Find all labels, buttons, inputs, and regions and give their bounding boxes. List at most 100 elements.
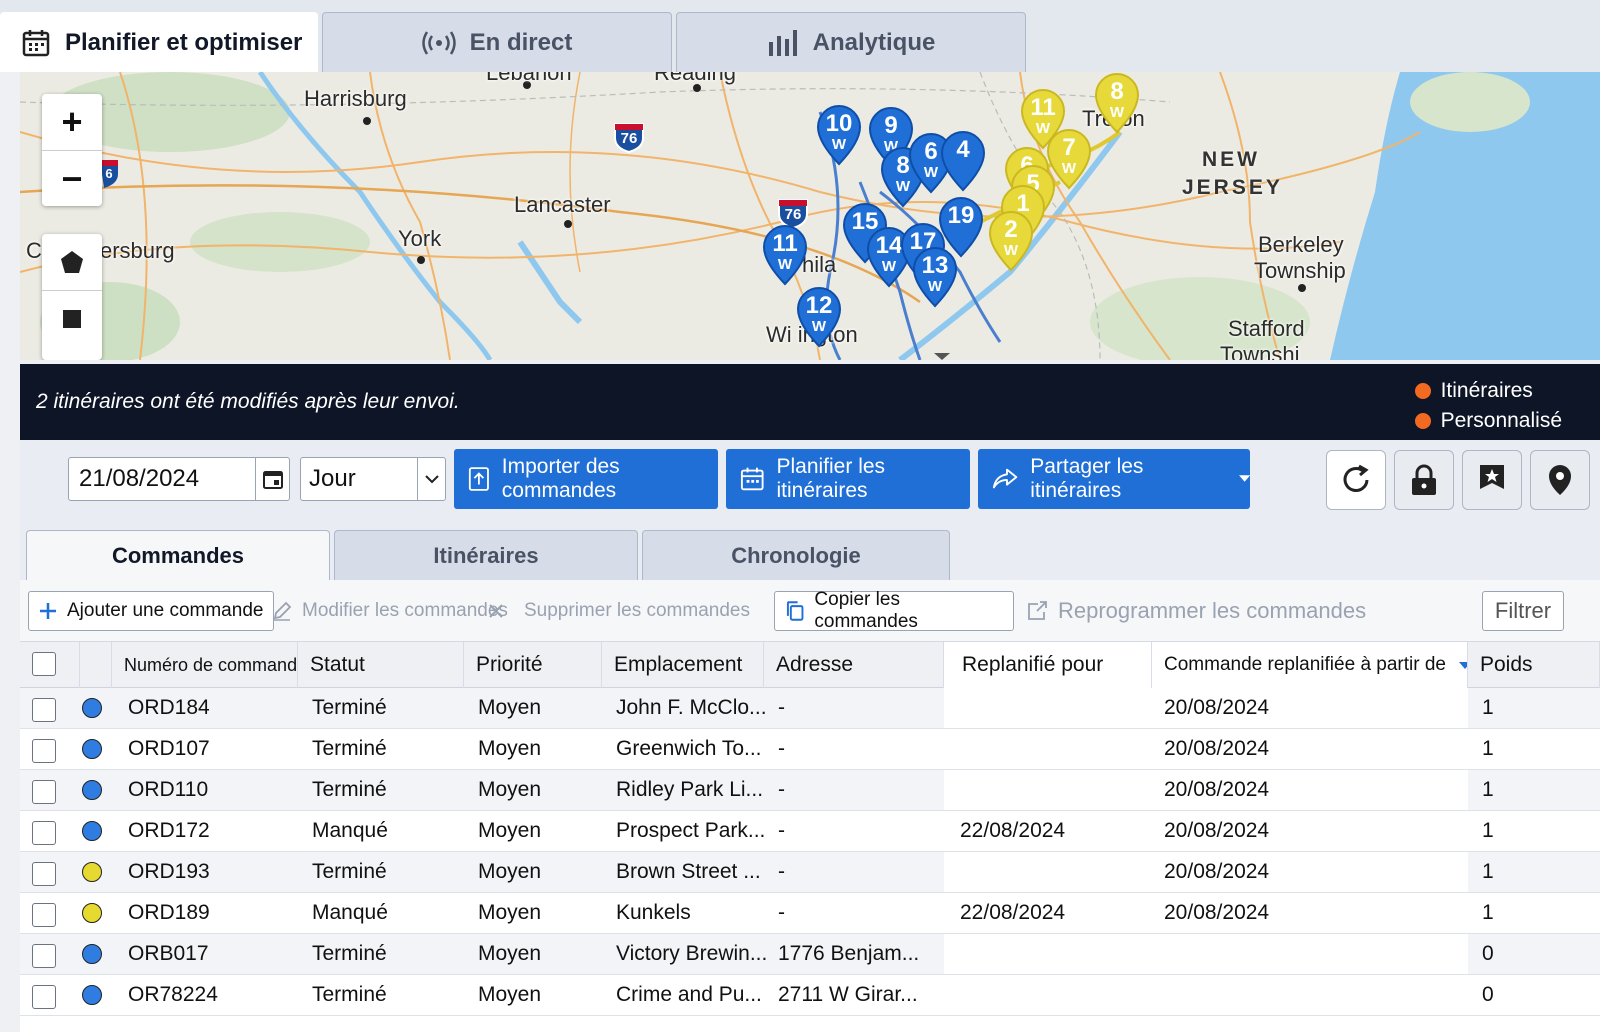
zoom-in-button[interactable]: + [42, 94, 102, 150]
tab-commandes[interactable]: Commandes [26, 530, 330, 580]
edit-orders-label: Modifier les commandes [302, 600, 508, 621]
column-header-numero[interactable]: Numéro de commande [112, 642, 298, 688]
square-icon [63, 309, 81, 328]
route-color-dot [82, 944, 102, 964]
import-orders-button[interactable]: Importer des commandes [454, 449, 718, 509]
map-pin-blue[interactable]: 12 W [796, 286, 842, 348]
column-header-replanifiee-depuis[interactable]: Commande replanifiée à partir de [1152, 642, 1468, 688]
favorite-pin-button[interactable] [1462, 450, 1522, 510]
edit-orders-button[interactable]: Modifier les commandes [272, 591, 508, 631]
route-map[interactable]: Harrisburg Lancaster York C ersburg Leba… [20, 72, 1600, 360]
map-pin-yellow[interactable]: 2W [988, 210, 1034, 272]
copy-icon [786, 601, 804, 621]
notice-bar: 2 itinéraires ont été modifiés après leu… [20, 364, 1600, 440]
location-pin-icon [1549, 465, 1571, 495]
row-checkbox[interactable] [32, 985, 56, 1009]
share-routes-button[interactable]: Partager les itinéraires [978, 449, 1251, 509]
row-checkbox[interactable] [32, 862, 56, 886]
tab-analytique[interactable]: Analytique [676, 12, 1026, 72]
lock-button[interactable] [1394, 450, 1454, 510]
delete-orders-button[interactable]: Supprimer les commandes [488, 591, 750, 631]
column-header-priorite[interactable]: Priorité [464, 642, 602, 688]
column-header-emplacement[interactable]: Emplacement [602, 642, 764, 688]
top-tab-bar: Planifier et optimiser En direct Analyti… [0, 0, 1600, 72]
row-checkbox[interactable] [32, 821, 56, 845]
delete-orders-label: Supprimer les commandes [524, 600, 750, 621]
plan-routes-button[interactable]: Planifier les itinéraires [726, 449, 970, 509]
tab-planifier-label: Planifier et optimiser [65, 28, 303, 56]
calendar-icon [262, 471, 283, 489]
tab-itineraires[interactable]: Itinéraires [334, 530, 638, 580]
map-pin-yellow[interactable]: 8W [1094, 72, 1140, 134]
cell-status: Terminé [312, 778, 387, 801]
row-checkbox[interactable] [32, 698, 56, 722]
map-pin-blue[interactable]: 10 W [816, 104, 862, 166]
orders-table: Numéro de commande Statut Priorité Empla… [20, 642, 1600, 1032]
draw-polygon-button[interactable] [42, 234, 102, 290]
city-york: York [398, 226, 442, 251]
pin-tag: W [811, 318, 827, 335]
tab-planifier[interactable]: Planifier et optimiser [0, 12, 318, 72]
city-township: Township [1254, 258, 1346, 283]
map-pin-blue[interactable]: 11 W [762, 224, 808, 286]
column-header-poids[interactable]: Poids [1468, 642, 1600, 688]
add-order-button[interactable]: Ajouter une commande [28, 591, 275, 631]
draw-rectangle-button[interactable] [42, 290, 102, 346]
row-checkbox[interactable] [32, 780, 56, 804]
orders-action-bar: Ajouter une commande Modifier les comman… [20, 580, 1600, 642]
pin-number: 11 [1030, 94, 1056, 121]
table-row[interactable]: ORD184 Terminé Moyen John F. McClo... - 20/08… [20, 688, 1600, 729]
cell-priority: Moyen [478, 696, 542, 719]
row-checkbox[interactable] [32, 739, 56, 763]
table-row[interactable]: ORB017 Terminé Moyen Victory Brewin... 1776 … [20, 934, 1600, 975]
column-header-adresse[interactable]: Adresse [764, 642, 944, 688]
filter-button[interactable]: Filtrer [1482, 591, 1564, 631]
table-row[interactable]: OR78224 Terminé Moyen Crime and Pu... 2711 W… [20, 975, 1600, 1016]
cell-rescheduled-for: 22/08/2024 [960, 819, 1066, 842]
pin-number: 8 [1110, 78, 1124, 105]
map-legend: Itinéraires Personnalisé [1414, 376, 1562, 436]
row-checkbox[interactable] [32, 903, 56, 927]
cell-address: - [778, 901, 785, 924]
plus-icon [40, 603, 56, 619]
lock-icon [1412, 464, 1436, 495]
cell-address: - [778, 778, 785, 801]
period-value: Jour [309, 465, 356, 492]
cell-weight: 1 [1482, 860, 1494, 883]
star-flag-icon [1480, 465, 1504, 489]
date-picker-button[interactable] [255, 458, 289, 500]
table-row[interactable]: ORD172 Manqué Moyen Prospect Park... - 22/08/… [20, 811, 1600, 852]
calendar-icon [22, 29, 50, 56]
row-checkbox[interactable] [32, 944, 56, 968]
column-header-replanifie-pour[interactable]: Replanifié pour [944, 642, 1152, 688]
cell-status: Manqué [312, 819, 388, 842]
select-all-cell [20, 642, 80, 688]
cell-rescheduled-from: 20/08/2024 [1164, 696, 1270, 719]
cell-priority: Moyen [478, 737, 542, 760]
map-pin-blue[interactable]: 19 [938, 196, 984, 258]
table-row[interactable]: ORD189 Manqué Moyen Kunkels - 22/08/2024 20/08… [20, 893, 1600, 934]
reschedule-orders-button[interactable]: Reprogrammer les commandes [1026, 591, 1366, 631]
date-input[interactable]: 21/08/2024 [68, 457, 290, 501]
city-c: C [26, 238, 42, 263]
refresh-button[interactable] [1326, 450, 1386, 510]
legend-item-personnalise[interactable]: Personnalisé [1414, 406, 1562, 436]
column-header-statut[interactable]: Statut [298, 642, 464, 688]
chevron-down-icon [417, 458, 445, 500]
period-select[interactable]: Jour [300, 457, 446, 501]
table-row[interactable]: ORD110 Terminé Moyen Ridley Park Li... - 20/0… [20, 770, 1600, 811]
table-row[interactable]: ORD107 Terminé Moyen Greenwich To... - 20/08/… [20, 729, 1600, 770]
zoom-out-button[interactable]: − [42, 150, 102, 206]
select-all-checkbox[interactable] [32, 652, 56, 676]
tab-en-direct[interactable]: En direct [322, 12, 672, 72]
legend-item-itineraires[interactable]: Itinéraires [1414, 376, 1562, 406]
cell-weight: 1 [1482, 819, 1494, 842]
table-row[interactable]: ORD193 Terminé Moyen Brown Street ... - 20/08… [20, 852, 1600, 893]
map-pin-blue[interactable]: 4 [940, 130, 986, 192]
cell-weight: 1 [1482, 696, 1494, 719]
tab-chronologie[interactable]: Chronologie [642, 530, 950, 580]
collapse-map-handle[interactable] [932, 352, 952, 360]
location-button[interactable] [1530, 450, 1590, 510]
copy-orders-button[interactable]: Copier les commandes [774, 589, 1014, 632]
cell-location: Ridley Park Li... [616, 778, 764, 801]
